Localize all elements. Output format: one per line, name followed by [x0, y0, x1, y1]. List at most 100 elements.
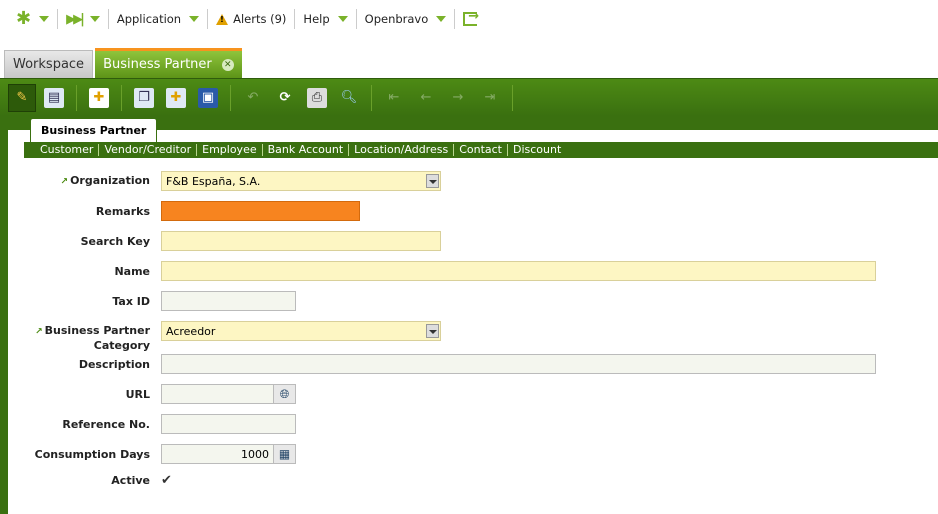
- business-partner-category-label: ↗ Business Partner Category: [8, 321, 161, 352]
- tab-business-partner[interactable]: Business Partner ✕: [95, 48, 242, 78]
- required-marker-icon: ↗: [60, 176, 69, 187]
- recent-windows-menu[interactable]: ▶▶|: [58, 9, 109, 29]
- top-navigation-bar: ✱ ▶▶| Application Alerts (9) Help Openbr…: [0, 0, 938, 38]
- category-value: Acreedor: [166, 324, 216, 338]
- tab-business-partner-label: Business Partner: [103, 57, 212, 72]
- main-tab-bar: Workspace Business Partner ✕: [0, 48, 938, 78]
- logout-button[interactable]: [455, 9, 485, 29]
- subtab-contact[interactable]: Contact: [454, 144, 508, 156]
- open-url-button[interactable]: 🌐︎: [274, 384, 296, 404]
- consumption-days-input[interactable]: 1000: [161, 444, 274, 464]
- print-button[interactable]: ⎙: [303, 84, 331, 112]
- window-toolbar: ✎ ▤ ✚ ❐ ✚ ▣ ↶ ⟳ ⎙ 🔍︎ ⇤ ← → ⇥: [0, 78, 938, 116]
- url-label: URL: [125, 387, 150, 401]
- grid-icon: ▤: [44, 87, 64, 108]
- help-menu[interactable]: Help: [295, 9, 357, 29]
- name-label: Name: [114, 264, 150, 278]
- subtab-customer[interactable]: Customer: [36, 144, 100, 156]
- next-record-button[interactable]: →: [444, 84, 472, 112]
- tax-id-label: Tax ID: [112, 294, 150, 308]
- application-menu[interactable]: Application: [109, 9, 209, 29]
- toolbar-separator: [121, 84, 122, 111]
- user-menu[interactable]: Openbravo: [357, 9, 456, 29]
- required-marker-icon: ↗: [35, 327, 43, 337]
- reference-no-row: Reference No.: [8, 414, 296, 434]
- category-label-line2: Category: [93, 339, 150, 352]
- url-input[interactable]: [161, 384, 274, 404]
- close-tab-icon[interactable]: ✕: [221, 58, 234, 71]
- alerts-link[interactable]: Alerts (9): [208, 9, 296, 29]
- floppy-disk-icon: ▣: [198, 87, 218, 108]
- search-key-label: Search Key: [80, 234, 150, 248]
- quick-launch-menu[interactable]: ✱: [8, 9, 59, 29]
- toolbar-separator: [512, 84, 513, 111]
- warning-icon: [216, 13, 229, 25]
- business-partner-category-select[interactable]: Acreedor: [161, 321, 441, 341]
- undo-button[interactable]: ↶: [239, 84, 267, 112]
- new-record-button[interactable]: ✚: [85, 84, 113, 112]
- chevron-down-icon: [39, 16, 50, 22]
- save-new-icon: ✚: [166, 87, 186, 108]
- search-key-input[interactable]: [161, 231, 441, 251]
- organization-select[interactable]: F&B España, S.A.: [161, 171, 441, 191]
- organization-row: ↗ Organization F&B España, S.A.: [8, 171, 441, 191]
- remarks-label: Remarks: [95, 204, 150, 218]
- search-key-row: Search Key: [8, 231, 441, 251]
- active-row: Active ✔: [8, 474, 174, 487]
- organization-value: F&B España, S.A.: [166, 174, 261, 188]
- name-input[interactable]: [161, 261, 876, 281]
- calculator-icon: ▦: [278, 447, 291, 461]
- first-record-button[interactable]: ⇤: [380, 84, 408, 112]
- organization-label-text: Organization: [70, 173, 150, 187]
- dropdown-arrow-icon[interactable]: [426, 174, 439, 188]
- subtab-discount[interactable]: Discount: [508, 144, 566, 156]
- window-tab-business-partner[interactable]: Business Partner: [30, 118, 158, 142]
- active-checkbox[interactable]: ✔: [161, 474, 174, 487]
- form-view-button[interactable]: ✎: [8, 83, 36, 112]
- reference-no-input[interactable]: [161, 414, 296, 434]
- new-document-icon: ✚: [89, 87, 109, 108]
- subtab-bank-account[interactable]: Bank Account: [263, 144, 350, 156]
- logout-icon: [463, 9, 479, 26]
- consumption-days-label: Consumption Days: [34, 447, 150, 461]
- toolbar-separator: [371, 84, 372, 111]
- frame-left-border: [0, 116, 8, 514]
- reference-no-label: Reference No.: [62, 417, 150, 431]
- chevron-down-icon: [89, 16, 100, 22]
- remarks-input[interactable]: [161, 201, 360, 221]
- tab-workspace-label: Workspace: [13, 57, 85, 72]
- fast-forward-icon: ▶▶|: [66, 11, 85, 27]
- last-record-icon: ⇥: [484, 90, 496, 105]
- refresh-button[interactable]: ⟳: [271, 84, 299, 112]
- url-row: URL 🌐︎: [8, 384, 296, 404]
- dropdown-arrow-icon[interactable]: [426, 324, 439, 338]
- refresh-icon: ⟳: [279, 90, 291, 105]
- alerts-label: Alerts (9): [233, 12, 287, 26]
- search-button[interactable]: 🔍︎: [335, 84, 363, 112]
- active-label: Active: [111, 474, 150, 487]
- subtab-vendor-creditor[interactable]: Vendor/Creditor: [99, 144, 198, 156]
- last-record-button[interactable]: ⇥: [476, 84, 504, 112]
- subtab-bar: Customer Vendor/Creditor Employee Bank A…: [24, 142, 938, 158]
- grid-view-button[interactable]: ▤: [40, 84, 68, 112]
- save-button[interactable]: ▣: [194, 84, 222, 112]
- tax-id-row: Tax ID: [8, 291, 296, 311]
- chevron-down-icon: [189, 16, 200, 22]
- tab-workspace[interactable]: Workspace: [4, 50, 94, 78]
- tax-id-input[interactable]: [161, 291, 296, 311]
- description-input[interactable]: [161, 354, 876, 374]
- business-partner-category-row: ↗ Business Partner Category Acreedor: [8, 321, 441, 352]
- search-icon: 🔍︎: [340, 90, 358, 105]
- toolbar-separator: [230, 84, 231, 111]
- subtab-location-address[interactable]: Location/Address: [349, 144, 455, 156]
- application-menu-label: Application: [116, 12, 182, 26]
- category-label-line1: Business Partner: [44, 324, 150, 337]
- previous-record-icon: ←: [420, 90, 432, 105]
- save-new-button[interactable]: ✚: [162, 84, 190, 112]
- calculator-button[interactable]: ▦: [274, 444, 296, 464]
- description-label: Description: [78, 357, 150, 371]
- copy-record-button[interactable]: ❐: [130, 84, 158, 112]
- subtab-employee[interactable]: Employee: [197, 144, 263, 156]
- remarks-row: Remarks: [8, 201, 360, 221]
- previous-record-button[interactable]: ←: [412, 84, 440, 112]
